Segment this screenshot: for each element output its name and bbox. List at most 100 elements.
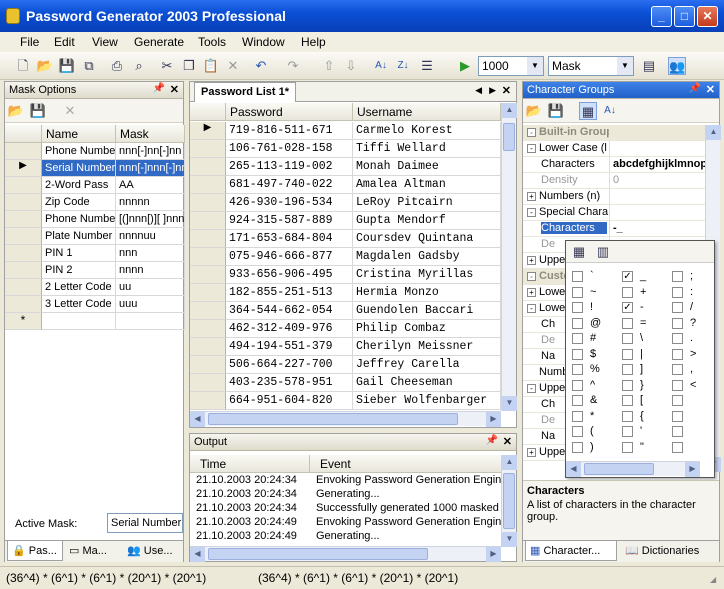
col-event[interactable]: Event	[310, 455, 502, 473]
row-header[interactable]	[190, 302, 226, 320]
property-row[interactable]: - Special Chara	[523, 205, 705, 221]
mask-name-cell[interactable]: Plate Number	[42, 228, 116, 245]
row-header[interactable]	[5, 228, 42, 245]
property-value[interactable]	[609, 141, 705, 156]
tab-password-list[interactable]: Password List 1*	[194, 82, 297, 102]
property-value[interactable]: -_	[609, 221, 705, 236]
horizontal-scrollbar[interactable]: ◀ ▶	[190, 411, 501, 427]
row-header[interactable]	[190, 230, 226, 248]
mask-name-cell[interactable]: 3 Letter Code	[42, 296, 116, 313]
scroll-thumb[interactable]	[503, 123, 515, 151]
username-cell[interactable]: Monah Daimee	[353, 158, 501, 176]
collapse-icon[interactable]: -	[527, 272, 536, 281]
username-cell[interactable]: Carmelo Korest	[353, 122, 501, 140]
col-name[interactable]: Name	[42, 125, 116, 143]
scroll-down-icon[interactable]: ▼	[502, 396, 517, 411]
property-row[interactable]: Density 0	[523, 173, 705, 189]
row-header[interactable]: ▶	[5, 160, 42, 177]
username-cell[interactable]: Philip Combaz	[353, 320, 501, 338]
property-value[interactable]: abcdefghijklmnopqrs	[609, 157, 705, 172]
mode-combo[interactable]: Mask ▼	[548, 56, 634, 76]
username-cell[interactable]: Sieber Wolfenbarger	[353, 392, 501, 410]
char-checkbox[interactable]	[572, 395, 583, 406]
row-header[interactable]	[190, 140, 226, 158]
char-checkbox[interactable]	[572, 333, 583, 344]
username-cell[interactable]: Guendolen Baccari	[353, 302, 501, 320]
char-checkbox[interactable]	[672, 441, 683, 453]
pin-icon[interactable]: 📌	[486, 435, 498, 446]
char-checkbox[interactable]	[672, 395, 683, 406]
char-checkbox[interactable]	[622, 379, 633, 391]
print-icon[interactable]: ⎙	[108, 57, 126, 75]
run-generate-icon[interactable]: ▶	[456, 57, 474, 75]
username-cell[interactable]: Gupta Mendorf	[353, 212, 501, 230]
window-layout-icon[interactable]: ▤	[640, 57, 658, 75]
popup-horizontal-scrollbar[interactable]: ◀ ▶	[566, 461, 700, 477]
username-cell[interactable]: Amalea Altman	[353, 176, 501, 194]
tab-dictionaries[interactable]: 📖 Dictionaries	[621, 541, 711, 561]
new-icon[interactable]: 🗋	[14, 57, 32, 75]
menu-generate[interactable]: Generate	[134, 35, 184, 49]
password-cell[interactable]: 924-315-587-889	[226, 212, 353, 230]
username-cell[interactable]: Gail Cheeseman	[353, 374, 501, 392]
password-cell[interactable]: 719-816-511-671	[226, 122, 353, 140]
row-header[interactable]	[5, 296, 42, 313]
char-checkbox[interactable]	[572, 317, 583, 329]
char-checkbox[interactable]	[622, 348, 633, 360]
row-header[interactable]	[190, 158, 226, 176]
row-header[interactable]	[190, 338, 226, 356]
char-checkbox[interactable]	[622, 426, 633, 437]
mask-pattern-cell[interactable]: nnn[-]nnn[-]nn	[116, 160, 185, 177]
count-combo[interactable]: 1000 ▼	[478, 56, 544, 76]
char-checkbox[interactable]	[622, 286, 633, 298]
scroll-down-icon[interactable]: ▼	[502, 532, 517, 547]
columns-icon[interactable]: ☰	[418, 57, 436, 75]
property-value[interactable]: 0	[609, 173, 705, 188]
tab-masks[interactable]: ▭ Ma...	[65, 541, 121, 561]
delete-icon[interactable]: ✕	[61, 102, 79, 120]
mask-name-cell[interactable]: Phone Numbe	[42, 211, 116, 228]
password-cell[interactable]: 265-113-119-002	[226, 158, 353, 176]
special-chars-popup[interactable]: ▦ ▥ ` ✓ _; ~ +:! ✓ - / @ =? # \. $ | >%], ^} < &[*{(') " ◀…	[565, 240, 715, 478]
char-checkbox[interactable]	[622, 364, 633, 375]
row-header[interactable]	[5, 279, 42, 296]
row-header[interactable]	[190, 392, 226, 410]
row-header[interactable]: ▶	[190, 122, 226, 140]
mask-pattern-cell[interactable]: AA	[116, 177, 185, 194]
row-header[interactable]	[190, 284, 226, 302]
open-icon[interactable]: 📂	[7, 102, 25, 120]
expand-icon[interactable]: +	[527, 192, 536, 201]
collapse-icon[interactable]: -	[527, 304, 536, 313]
mask-name-cell[interactable]: PIN 2	[42, 262, 116, 279]
redo-icon[interactable]: ↷	[284, 57, 302, 75]
print-preview-icon[interactable]: ⌕	[130, 57, 148, 75]
char-checkbox[interactable]	[622, 333, 633, 344]
mask-pattern-cell[interactable]: nnnn	[116, 262, 185, 279]
row-header[interactable]	[5, 194, 42, 211]
scroll-right-icon[interactable]: ▶	[486, 412, 501, 427]
collapse-icon[interactable]: -	[527, 144, 536, 153]
mask-pattern-cell[interactable]: nnn	[116, 245, 185, 262]
sort-ascending-icon[interactable]: A↓	[372, 57, 390, 75]
collapse-icon[interactable]: -	[527, 384, 536, 393]
mask-pattern-cell[interactable]: nnnnn	[116, 194, 185, 211]
new-row-cell[interactable]	[116, 313, 185, 330]
chevron-down-icon[interactable]: ▼	[527, 57, 543, 75]
char-checkbox[interactable]	[672, 333, 683, 344]
scroll-up-icon[interactable]: ▲	[502, 455, 517, 470]
save-icon[interactable]: 💾	[547, 102, 565, 120]
categorized-icon[interactable]: ▦	[579, 102, 597, 120]
cut-icon[interactable]: ✂	[158, 57, 176, 75]
username-cell[interactable]: LeRoy Pitcairn	[353, 194, 501, 212]
open-icon[interactable]: 📂	[525, 102, 543, 120]
char-checkbox[interactable]	[572, 302, 583, 313]
username-cell[interactable]: Hermia Monzo	[353, 284, 501, 302]
expand-icon[interactable]: +	[527, 256, 536, 265]
horizontal-scrollbar[interactable]: ◀ ▶	[190, 546, 501, 562]
mask-name-cell[interactable]: Serial Number	[42, 160, 116, 177]
username-cell[interactable]: Coursdev Quintana	[353, 230, 501, 248]
tab-users[interactable]: 👥 Use...	[123, 541, 181, 561]
password-cell[interactable]: 075-946-666-877	[226, 248, 353, 266]
mask-pattern-cell[interactable]: nnnnuu	[116, 228, 185, 245]
close-icon[interactable]: ✕	[502, 84, 511, 97]
